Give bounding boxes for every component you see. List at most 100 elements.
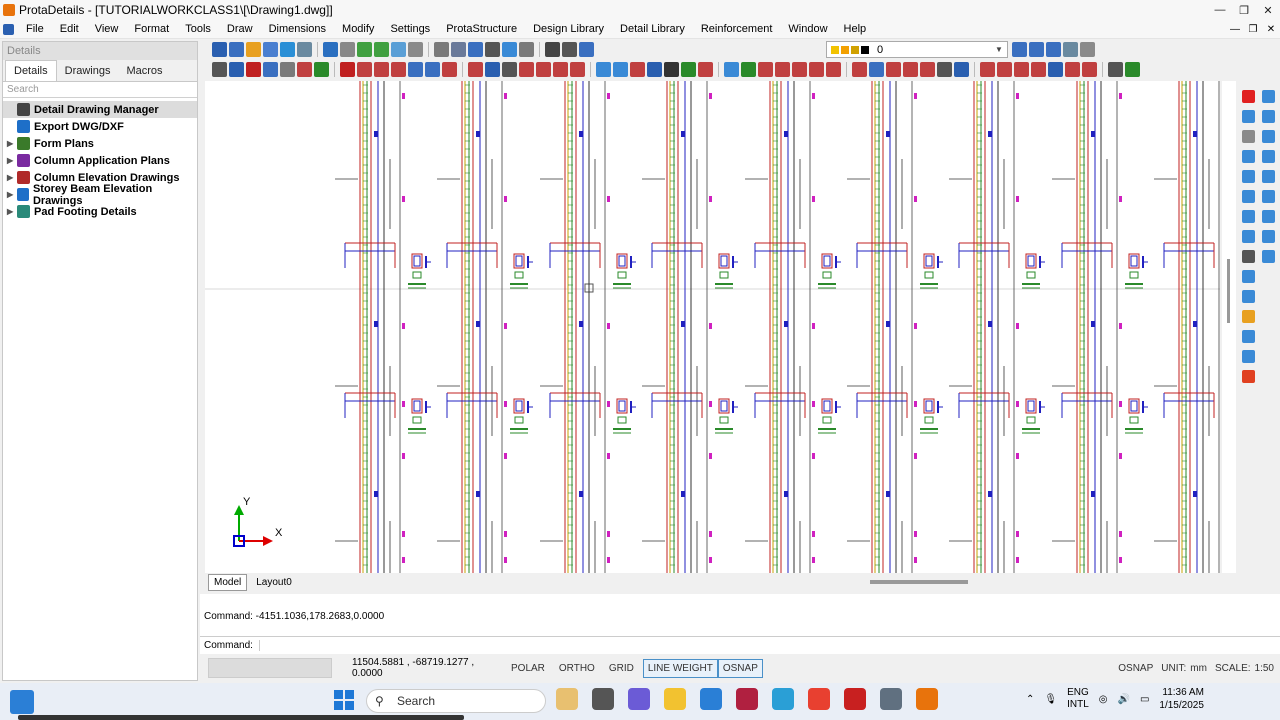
table-icon[interactable] [374,62,389,77]
stretch-icon[interactable] [1242,170,1255,183]
horizontal-scroll-thumb[interactable] [870,580,968,584]
dimension-icon[interactable] [280,62,295,77]
hatch-icon[interactable] [1048,62,1063,77]
open-icon[interactable] [229,42,244,57]
search-input[interactable]: Search [3,82,197,98]
scale-value[interactable]: 1:50 [1255,663,1274,674]
text-icon[interactable] [408,62,423,77]
menu-draw[interactable]: Draw [219,23,261,35]
section-icon[interactable] [485,62,500,77]
redo-icon[interactable] [297,42,312,57]
move-icon[interactable] [1242,330,1255,343]
copy-icon[interactable] [323,42,338,57]
tree-item-storey-beam-elevation-drawings[interactable]: ▶ Storey Beam Elevation Drawings [3,183,197,207]
microphone-icon[interactable]: 🎙 [1044,694,1057,705]
section-icon[interactable] [263,62,278,77]
rebar-icon[interactable] [903,62,918,77]
tree-item-form-plans[interactable]: ▶ Form Plans [3,135,197,152]
menu-view[interactable]: View [87,23,127,35]
layer-dropdown[interactable]: 0 ▼ [826,41,1008,58]
scale-icon[interactable] [1262,150,1275,163]
command-input[interactable] [258,640,1276,651]
tree-item-export-dwg-dxf[interactable]: Export DWG/DXF [3,118,197,135]
copy-icon[interactable] [1262,90,1275,103]
task-view-icon[interactable] [592,688,614,710]
widgets-icon[interactable] [10,689,34,714]
text-icon[interactable] [630,62,645,77]
tab-drawings[interactable]: Drawings [57,61,119,81]
menu-modify[interactable]: Modify [334,23,382,35]
menu-detail-library[interactable]: Detail Library [612,23,693,35]
new-icon[interactable] [212,42,227,57]
erase-icon[interactable] [1242,90,1255,103]
explode-icon[interactable] [1242,230,1255,243]
array-icon[interactable] [1242,130,1255,143]
chrome-icon[interactable] [808,688,830,710]
zoom-icon[interactable] [374,42,389,57]
language-indicator[interactable]: ENG INTL [1067,687,1089,711]
doc-minimize-icon[interactable]: — [1226,24,1244,35]
calculator-icon[interactable] [880,688,902,710]
rebar-icon[interactable] [681,62,696,77]
redo-icon[interactable] [519,42,534,57]
cut-icon[interactable] [562,42,577,57]
rebar-icon[interactable] [1125,62,1140,77]
rotate-icon[interactable] [1242,350,1255,363]
pan-icon[interactable] [391,42,406,57]
select-icon[interactable] [869,62,884,77]
drawing-canvas[interactable]: Y X [205,81,1220,573]
text-icon[interactable] [1262,230,1275,243]
file-explorer-icon[interactable] [664,688,686,710]
line-weight-toggle[interactable]: LINE WEIGHT [642,658,718,678]
copy-icon[interactable] [545,42,560,57]
text-icon[interactable] [1065,62,1080,77]
dimension-icon[interactable] [724,62,739,77]
menu-tools[interactable]: Tools [177,23,219,35]
chat-icon[interactable] [628,688,650,710]
store-icon[interactable] [700,688,722,710]
line-icon[interactable] [442,62,457,77]
column-icon[interactable] [536,62,551,77]
break-icon[interactable] [1262,190,1275,203]
vertical-scrollbar[interactable] [1222,81,1236,573]
menu-file[interactable]: File [18,23,52,35]
rotate-icon[interactable] [1242,150,1255,163]
scale-icon[interactable] [1242,370,1255,383]
select-icon[interactable] [1082,62,1097,77]
line-icon[interactable] [664,62,679,77]
dimension-icon[interactable] [937,62,952,77]
select-icon[interactable] [647,62,662,77]
tree-item-detail-drawing-manager[interactable]: Detail Drawing Manager [3,101,197,118]
fillet-icon[interactable] [1262,210,1275,223]
restore-icon[interactable]: ❐ [1232,4,1256,17]
array-icon[interactable] [1242,310,1255,323]
undo-icon[interactable] [280,42,295,57]
protadetails-icon[interactable] [916,688,938,710]
menu-protastructure[interactable]: ProtaStructure [438,23,525,35]
close-icon[interactable]: ✕ [1256,4,1280,17]
select-icon[interactable] [212,62,227,77]
footing-icon[interactable] [1014,62,1029,77]
menu-help[interactable]: Help [836,23,875,35]
table-icon[interactable] [1031,62,1046,77]
table-icon[interactable] [596,62,611,77]
erase-icon[interactable] [1242,250,1255,263]
ortho-toggle[interactable]: ORTHO [554,659,600,678]
expand-icon[interactable]: ▶ [7,190,17,199]
column-icon[interactable] [758,62,773,77]
app-icon[interactable] [736,688,758,710]
minimize-icon[interactable]: — [1208,4,1232,17]
paste-icon[interactable] [579,42,594,57]
expand-icon[interactable]: ▶ [7,156,17,165]
chevron-up-icon[interactable]: ⌃ [1026,694,1034,705]
rebar-icon[interactable] [468,62,483,77]
slab-icon[interactable] [340,62,355,77]
beam-icon[interactable] [954,62,969,77]
extend-icon[interactable] [1242,190,1255,203]
new-icon[interactable] [434,42,449,57]
section-icon[interactable] [698,62,713,77]
polar-toggle[interactable]: POLAR [506,659,550,678]
dimension-icon[interactable] [502,62,517,77]
beam-icon[interactable] [297,62,312,77]
layer-icon[interactable] [1063,42,1078,57]
